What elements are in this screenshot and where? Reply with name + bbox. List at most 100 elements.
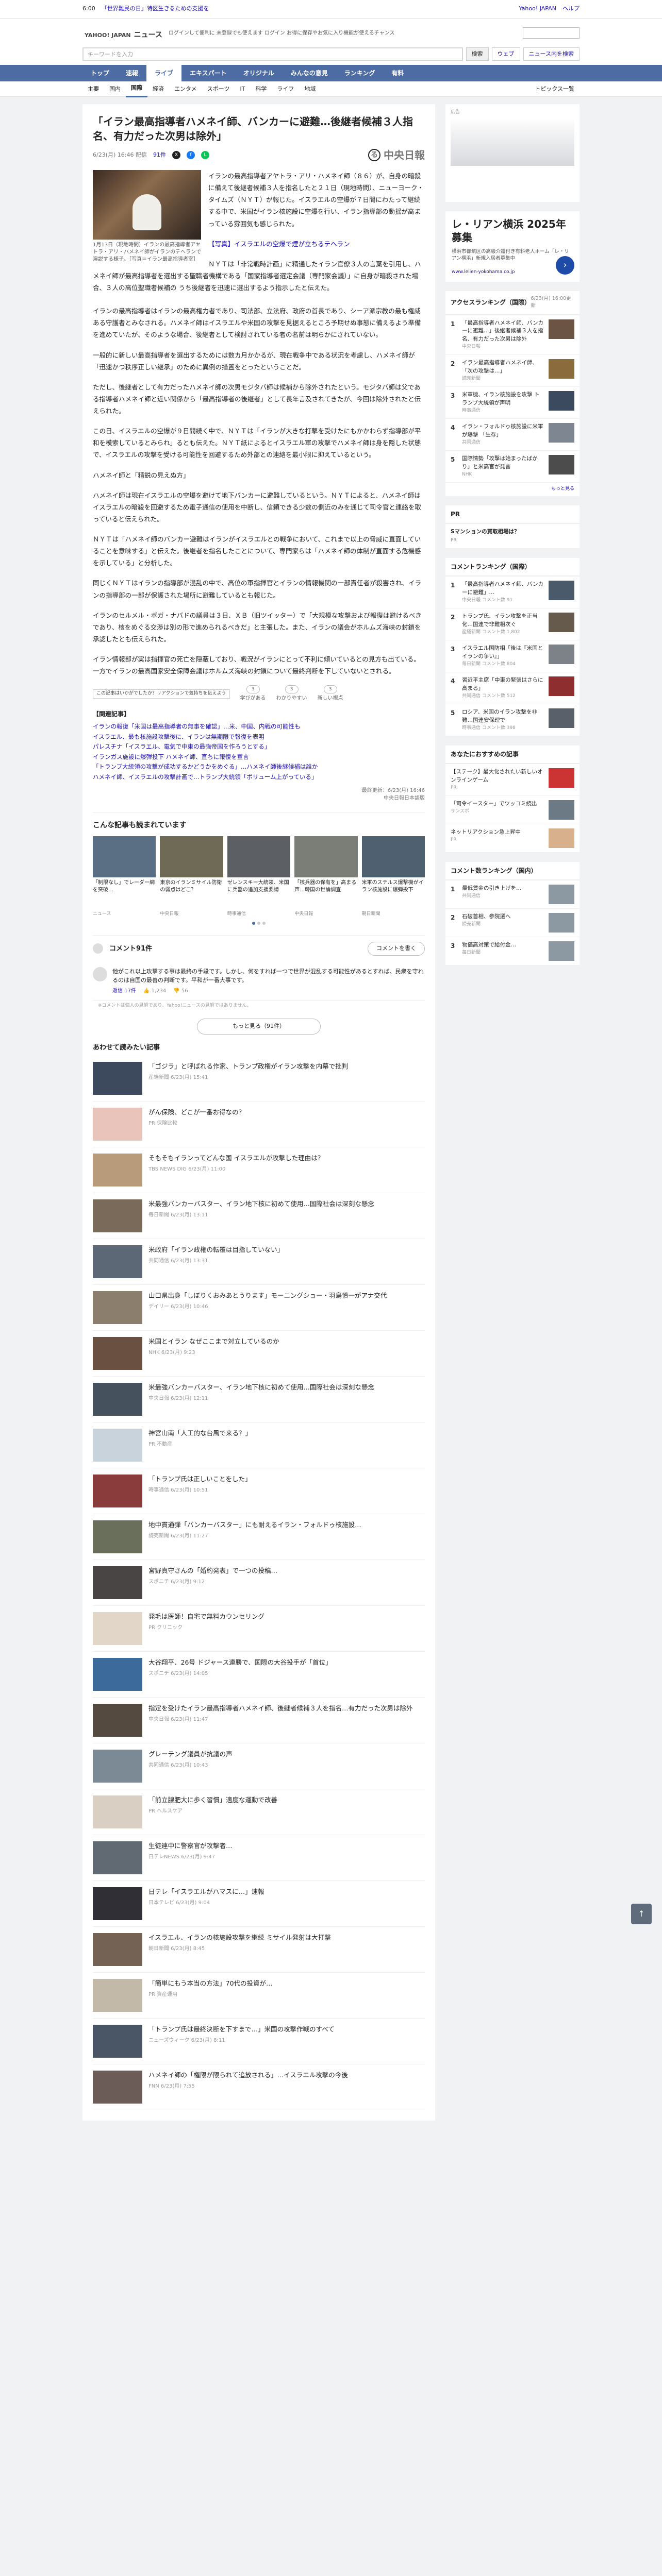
carousel-card[interactable]: 東京のイランミサイル防衛の弱点はどこ？ 中央日報	[160, 836, 223, 918]
ranking-item[interactable]: 3 物価高対策で給付金… 毎日新聞	[445, 937, 580, 966]
yahoo-news-logo[interactable]: YAHOO! JAPAN ニュース	[82, 24, 162, 42]
cat-main[interactable]: 主要	[82, 81, 104, 97]
replies-link[interactable]: 返信 17件	[112, 987, 136, 995]
list-item[interactable]: 地中貫通弾「バンカーバスター」にも耐えるイラン・フォルドゥ核施設… 読売新聞 6/…	[93, 1514, 425, 1561]
list-item[interactable]: 米国とイラン なぜここまで対立しているのか NHK 6/23(月) 9:23	[93, 1331, 425, 1377]
cat-science[interactable]: 科学	[250, 81, 272, 97]
nav-breaking[interactable]: 速報	[118, 65, 146, 81]
x-share-icon[interactable]: X	[172, 151, 180, 159]
list-item[interactable]: そもそもイランってどんな国 イスラエルが攻撃した理由は？ TBS NEWS DIG…	[93, 1147, 425, 1194]
cat-sports[interactable]: スポーツ	[202, 81, 235, 97]
carousel-card[interactable]: 「核兵器の保有を」高まる声…韓国の世論調査 中央日報	[294, 836, 358, 918]
carousel-dots[interactable]	[93, 922, 425, 925]
top-link-help[interactable]: ヘルプ	[562, 5, 580, 13]
related-link[interactable]: パレスチナ「イスラエル、電気で中東の最強帝国を作ろうとする」	[93, 742, 425, 752]
nav-expert[interactable]: エキスパート	[181, 65, 235, 81]
cat-international[interactable]: 国際	[126, 80, 147, 97]
ranking-item[interactable]: 3 イスラエル国防相「後は『米国とイランの争い』」 毎日新聞 コメント数 804	[445, 640, 580, 673]
line-share-icon[interactable]: L	[201, 151, 209, 159]
cat-economy[interactable]: 経済	[147, 81, 169, 97]
list-item[interactable]: 米最強バンカーバスター、イラン地下核に初めて使用…国際社会は深刻な懸念 毎日新聞 …	[93, 1193, 425, 1240]
list-item[interactable]: 「ゴジラ」と呼ばれる作家、トランプ政権がイラン攻撃を内幕で批判 産経新聞 6/23…	[93, 1056, 425, 1102]
list-item[interactable]: 指定を受けたイラン最高指導者ハメネイ師、後継者候補３人を指名…有力だった次男は除…	[93, 1698, 425, 1744]
list-item[interactable]: 「簡単にもう本当の方法」70代の投資が… PR 資産運用	[93, 1973, 425, 2019]
list-item[interactable]: 「トランプ氏は正しいことをした」 時事通信 6/23(月) 10:51	[93, 1468, 425, 1515]
reaction-new-view-button[interactable]: 3 新しい視点	[318, 685, 343, 702]
recommend-item[interactable]: 「司令イースター」でツッコミ続出 サンスポ	[445, 796, 580, 825]
ranking-item[interactable]: 1 最低賃金の引き上げを… 共同通信	[445, 880, 580, 909]
list-item[interactable]: イスラエル、イランの核施設攻撃を継続 ミサイル発射は大打撃 朝日新聞 6/23(月…	[93, 1927, 425, 1973]
dislike-button[interactable]: 👎 56	[173, 987, 188, 995]
top-link-yahoo[interactable]: Yahoo! JAPAN	[519, 5, 556, 13]
ranking-item[interactable]: 5 ロシア、米国のイラン攻撃を非難…国連安保理で 時事通信 コメント数 398	[445, 704, 580, 737]
header-search-field[interactable]	[523, 27, 580, 39]
cat-life[interactable]: ライフ	[272, 81, 299, 97]
like-button[interactable]: 👍 1,234	[143, 987, 166, 995]
cat-it[interactable]: IT	[235, 81, 250, 97]
pr-item[interactable]: Sマンションの買取相場は？ PR	[445, 524, 580, 549]
list-item[interactable]: ハメネイ師の「権限が限られて追放される」…イスラエル攻撃の今後 FNN 6/23(…	[93, 2064, 425, 2111]
carousel-card[interactable]: 「制限なし」でレーダー網を突破… ニュース	[93, 836, 156, 918]
list-item[interactable]: 山口県出身「しぼりくおみあとうります」モーニングショー・羽鳥慎一がアナ交代 デイリ…	[93, 1285, 425, 1331]
list-item[interactable]: 大谷翔平、26号 ドジャース連勝で、国際の大谷投手が「首位」 スポニチ 6/23(…	[93, 1652, 425, 1698]
ranking-item[interactable]: 4 習近平主席「中東の緊張はさらに高まる」 共同通信 コメント数 512	[445, 672, 580, 705]
ranking-item[interactable]: 2 トランプ氏、イラン攻撃を正当化…国連で非難相次ぐ 産経新聞 コメント数 1,80…	[445, 608, 580, 641]
related-link[interactable]: イランの報復「米国は最高指導者の無事を確認」…米、中国、内戦の可能性も	[93, 722, 425, 732]
avatar[interactable]	[93, 967, 107, 981]
publisher-logo[interactable]: る中央日報	[368, 147, 425, 163]
nav-paid[interactable]: 有料	[383, 65, 412, 81]
list-item[interactable]: 米最強バンカーバスター、イラン地下核に初めて使用…国際社会は深刻な懸念 中央日報 …	[93, 1377, 425, 1423]
related-link[interactable]: 「トランプ大統領の攻撃が成功するかどうかをめぐる」…ハメネイ師後継候補は誰か	[93, 762, 425, 772]
ranking-item[interactable]: 5 国際情勢「攻撃は始まったばかり」と米高官が発言 NHK	[445, 451, 580, 483]
ad-url[interactable]: www.lelien-yokohama.co.jp	[452, 269, 515, 275]
ranking-item[interactable]: 3 米軍機、イラン核施設を攻撃 トランプ大統領が声明 時事通信	[445, 387, 580, 419]
ad-arrow-icon[interactable]: ›	[556, 256, 574, 275]
comment-count-link[interactable]: 91件	[153, 151, 166, 160]
ranking-item[interactable]: 2 イラン最高指導者ハメネイ師、「次の攻撃は…」 読売新聞	[445, 355, 580, 387]
nav-original[interactable]: オリジナル	[235, 65, 283, 81]
cat-domestic[interactable]: 国内	[104, 81, 126, 97]
nav-live[interactable]: ライブ	[146, 65, 182, 81]
login-promo[interactable]: ログインして便利に 未登録でも使えます ログイン お得に保存やお気に入り機能が使…	[169, 30, 517, 37]
recommend-item[interactable]: 【ステーク】最大化されたい新しいオンラインゲーム PR	[445, 764, 580, 796]
list-item[interactable]: 生徒連中に警察官が攻撃者… 日テレNEWS 6/23(月) 9:47	[93, 1835, 425, 1882]
facebook-share-icon[interactable]: f	[186, 151, 195, 159]
more-comments-button[interactable]: もっと見る（91件）	[197, 1019, 321, 1035]
web-search-button[interactable]: ウェブ	[491, 47, 520, 61]
ranking-more-link[interactable]: もっと見る	[445, 483, 580, 496]
article-photo[interactable]: 1月13日（現地時間）イランの最高指導者アヤトラ・アリ・ハメネイ師がイランのテヘ…	[93, 170, 201, 263]
ranking-item[interactable]: 4 イラン・フォルドゥ核施設に米軍が爆撃 「生存」 共同通信	[445, 419, 580, 451]
carousel-card[interactable]: 米軍のステルス爆撃機がイラン核施設に爆弾投下 朝日新聞	[361, 836, 425, 918]
related-link[interactable]: ハメネイ師、イスラエルの攻撃計画で…トランプ大統領「ボリューム上がっている」	[93, 772, 425, 783]
list-item[interactable]: 日テレ「イスラエルがハマスに…」速報 日本テレビ 6/23(月) 9:04	[93, 1881, 425, 1927]
write-comment-button[interactable]: コメントを書く	[368, 942, 425, 956]
cat-local[interactable]: 地域	[299, 81, 321, 97]
related-link[interactable]: イランガス施設に爆弾投下 ハメネイ師、直ちに報復を宣言	[93, 752, 425, 762]
list-item[interactable]: 宮野真守さんの「婚約発表」で一つの投稿… スポニチ 6/23(月) 9:12	[93, 1560, 425, 1606]
nav-opinions[interactable]: みんなの意見	[283, 65, 336, 81]
list-item[interactable]: がん保険、どこが一番お得なの？ PR 保険比較	[93, 1101, 425, 1148]
reaction-learn-button[interactable]: 3 学びがある	[240, 685, 266, 702]
reaction-clear-button[interactable]: 3 わかりやすい	[276, 685, 307, 702]
list-item[interactable]: 「前立腺肥大に歩く習慣」適度な運動で改善 PR ヘルスケア	[93, 1789, 425, 1836]
cat-entertainment[interactable]: エンタメ	[169, 81, 202, 97]
list-item[interactable]: 発毛は医師！自宅で無料カウンセリング PR クリニック	[93, 1606, 425, 1652]
nav-top[interactable]: トップ	[82, 65, 118, 81]
list-item[interactable]: 神宮山南「人工的な台風で来る？」 PR 不動産	[93, 1422, 425, 1469]
ad-banner-lelien[interactable]: レ・リアン横浜 2025年募集 横浜市都筑区の高級介護付き有料老人ホーム「レ・リ…	[445, 211, 580, 282]
news-search-button[interactable]: ニュース内を検索	[523, 47, 580, 61]
list-item[interactable]: 米政府「イラン政権の転覆は目指していない」 共同通信 6/23(月) 13:31	[93, 1239, 425, 1285]
related-link[interactable]: イスラエル、最も核施設攻撃後に、イランは無期限で報復を表明	[93, 732, 425, 742]
carousel-card[interactable]: ゼレンスキー大統領、米国に兵器の追加支援要請 時事通信	[227, 836, 291, 918]
ad-slot-top[interactable]: 広告	[445, 104, 580, 202]
nav-ranking[interactable]: ランキング	[336, 65, 384, 81]
page-top-button[interactable]: ↑	[631, 1904, 652, 1924]
topics-list-link[interactable]: トピックス一覧	[529, 81, 580, 97]
list-item[interactable]: 「トランプ氏は最終決断を下すまで…」米国の攻撃作戦のすべて ニューズウィーク 6/…	[93, 2019, 425, 2065]
list-item[interactable]: グレーテング議員が抗議の声 共同通信 6/23(月) 10:43	[93, 1743, 425, 1790]
top-headline-link[interactable]: 「世界難民の日」特区生きるための支援を	[102, 5, 513, 13]
search-input[interactable]: キーワードを入力	[82, 47, 463, 61]
ranking-item[interactable]: 1 「最高指導者ハメネイ師、バンカーに避難…」後継者候補３人を指名、有力だった次男…	[445, 315, 580, 355]
recommend-item[interactable]: ネットリアクション急上昇中 PR	[445, 824, 580, 853]
ranking-item[interactable]: 2 石破首相、参院選へ 読売新聞	[445, 909, 580, 938]
